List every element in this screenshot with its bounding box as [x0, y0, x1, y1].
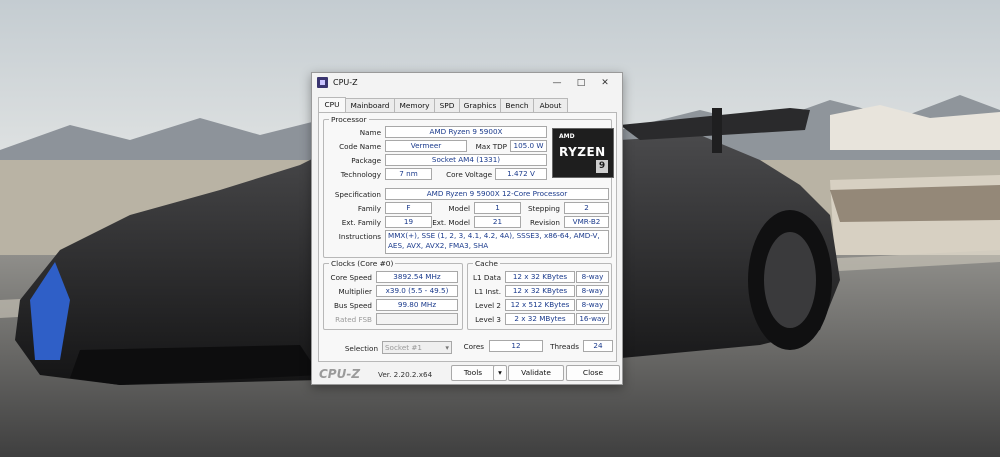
model-value: 1 [474, 202, 521, 214]
busspeed-label: Bus Speed [333, 301, 372, 310]
minimize-icon[interactable]: — [548, 76, 566, 90]
tab-spd[interactable]: SPD [434, 98, 460, 112]
cache-level3-way: 16-way [576, 313, 609, 325]
cache-level3-size: 2 x 32 MBytes [505, 313, 575, 325]
codename-label: Code Name [339, 142, 381, 151]
cores-value: 12 [489, 340, 543, 352]
multiplier-label: Multiplier [338, 287, 372, 296]
instructions-line-2: AES, AVX, AVX2, FMA3, SHA [388, 241, 489, 250]
maximize-icon[interactable]: □ [572, 76, 590, 90]
codename-value: Vermeer [385, 140, 467, 152]
cache-l1inst-label: L1 Inst. [474, 287, 501, 296]
maxtdp-label: Max TDP [475, 142, 507, 151]
cache-level2-label: Level 2 [475, 301, 501, 310]
cache-group: Cache L1 Data 12 x 32 KBytes 8-way L1 In… [467, 259, 612, 330]
model-label: Model [448, 204, 470, 213]
technology-value: 7 nm [385, 168, 432, 180]
extmodel-value: 21 [474, 216, 521, 228]
version-text: Ver. 2.20.2.x64 [378, 370, 433, 379]
cpu-z-brand-logo: CPU-Z [319, 367, 361, 381]
processor-group-label: Processor [329, 115, 369, 124]
extfamily-label: Ext. Family [341, 218, 381, 227]
chevron-down-icon: ▾ [445, 343, 449, 352]
cache-level2-way: 8-way [576, 299, 609, 311]
tools-dropdown-arrow-icon[interactable]: ▾ [493, 365, 507, 381]
extfamily-value: 19 [385, 216, 432, 228]
selection-dropdown[interactable]: Socket #1 ▾ [382, 341, 452, 354]
tab-memory[interactable]: Memory [394, 98, 435, 112]
cores-label: Cores [463, 342, 484, 351]
cache-level2-size: 12 x 512 KBytes [505, 299, 575, 311]
tab-mainboard[interactable]: Mainboard [345, 98, 395, 112]
footer-bar: CPU-Z Ver. 2.20.2.x64 Tools ▾ Validate C… [312, 360, 622, 384]
validate-button[interactable]: Validate [508, 365, 564, 381]
stepping-value: 2 [564, 202, 609, 214]
family-label: Family [357, 204, 381, 213]
technology-label: Technology [340, 170, 381, 179]
logo-tier-badge: 9 [596, 160, 608, 173]
cache-level3-label: Level 3 [475, 315, 501, 324]
name-value: AMD Ryzen 9 5900X [385, 126, 547, 138]
instructions-value: MMX(+), SSE (1, 2, 3, 4.1, 4.2, 4A), SSS… [385, 230, 609, 254]
corespeed-label: Core Speed [330, 273, 372, 282]
multiplier-value: x39.0 (5.5 - 49.5) [376, 285, 458, 297]
revision-label: Revision [529, 218, 560, 227]
threads-label: Threads [550, 342, 579, 351]
cpu-z-window: CPU-Z — □ ✕ CPU Mainboard Memory SPD Gra… [311, 72, 623, 385]
instructions-line-1: MMX(+), SSE (1, 2, 3, 4.1, 4.2, 4A), SSS… [388, 231, 600, 240]
window-title: CPU-Z [333, 78, 358, 87]
cache-l1data-size: 12 x 32 KBytes [505, 271, 575, 283]
stepping-label: Stepping [527, 204, 560, 213]
maxtdp-value: 105.0 W [510, 140, 547, 152]
package-value: Socket AM4 (1331) [385, 154, 547, 166]
cache-l1data-way: 8-way [576, 271, 609, 283]
revision-value: VMR-B2 [564, 216, 609, 228]
tab-cpu[interactable]: CPU [318, 97, 346, 112]
title-bar[interactable]: CPU-Z — □ ✕ [312, 73, 622, 93]
family-value: F [385, 202, 432, 214]
amd-ryzen-9-logo: AMD RYZEN 9 [552, 128, 614, 178]
cache-l1inst-way: 8-way [576, 285, 609, 297]
corevoltage-value: 1.472 V [495, 168, 547, 180]
cache-l1inst-size: 12 x 32 KBytes [505, 285, 575, 297]
tab-graphics[interactable]: Graphics [459, 98, 501, 112]
ratedfsb-value [376, 313, 458, 325]
tab-bench[interactable]: Bench [500, 98, 534, 112]
specification-label: Specification [334, 190, 381, 199]
corevoltage-label: Core Voltage [446, 170, 492, 179]
name-label: Name [359, 128, 381, 137]
close-icon[interactable]: ✕ [596, 76, 614, 90]
tools-button[interactable]: Tools [451, 365, 495, 381]
clocks-group: Clocks (Core #0) Core Speed 3892.54 MHz … [323, 259, 463, 330]
logo-amd-text: AMD [559, 133, 575, 140]
clocks-group-label: Clocks (Core #0) [329, 259, 396, 268]
specification-value: AMD Ryzen 9 5900X 12-Core Processor [385, 188, 609, 200]
selection-label: Selection [344, 344, 378, 353]
corespeed-value: 3892.54 MHz [376, 271, 458, 283]
package-label: Package [351, 156, 381, 165]
tab-about[interactable]: About [533, 98, 568, 112]
cache-l1data-label: L1 Data [472, 273, 501, 282]
threads-value: 24 [583, 340, 613, 352]
busspeed-value: 99.80 MHz [376, 299, 458, 311]
selection-value: Socket #1 [385, 343, 422, 352]
processor-group: Processor Name AMD Ryzen 9 5900X Code Na… [323, 115, 614, 258]
cache-group-label: Cache [473, 259, 500, 268]
extmodel-label: Ext. Model [432, 218, 470, 227]
cpu-tab-panel: Processor Name AMD Ryzen 9 5900X Code Na… [318, 112, 617, 362]
ratedfsb-label: Rated FSB [335, 315, 372, 324]
cpu-z-app-icon [317, 77, 328, 88]
close-button[interactable]: Close [566, 365, 620, 381]
instructions-label: Instructions [338, 232, 381, 241]
logo-ryzen-text: RYZEN [559, 145, 606, 159]
